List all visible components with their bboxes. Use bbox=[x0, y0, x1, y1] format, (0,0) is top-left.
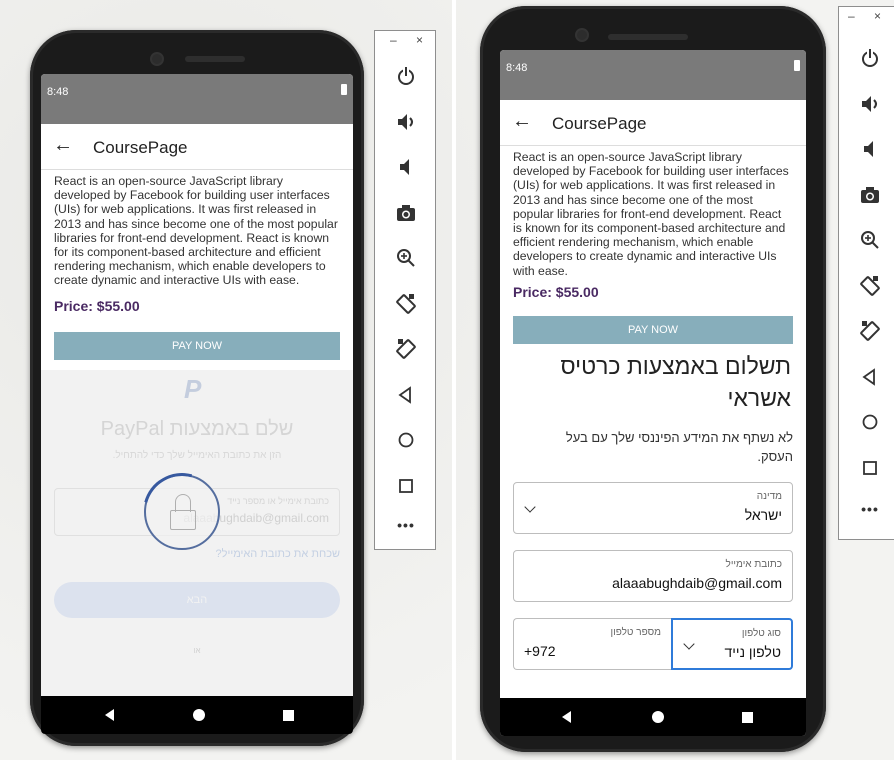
rotate-left-icon[interactable] bbox=[856, 275, 884, 303]
phone-screen-left: 8:48 ← CoursePage React is an open-sourc… bbox=[41, 74, 353, 734]
zoom-icon[interactable] bbox=[392, 247, 420, 275]
status-time: 8:48 bbox=[47, 86, 69, 98]
front-camera bbox=[150, 52, 164, 66]
power-icon[interactable] bbox=[856, 47, 884, 75]
page-title: CoursePage bbox=[552, 114, 647, 133]
camera-icon[interactable] bbox=[392, 202, 420, 230]
overview-icon[interactable] bbox=[856, 457, 884, 485]
phone-frame-left: 8:48 ← CoursePage React is an open-sourc… bbox=[30, 30, 364, 746]
phone-type-select[interactable]: סוג טלפון טלפון נייד bbox=[671, 617, 793, 670]
status-bar: 8:48 bbox=[500, 50, 806, 100]
volume-up-icon[interactable] bbox=[392, 111, 420, 139]
paypal-logo-icon: P bbox=[184, 373, 202, 404]
phone-row: סוג טלפון טלפון נייד מספר טלפון +972 bbox=[513, 617, 793, 670]
system-nav-bar bbox=[500, 698, 806, 736]
phone-screen-right: 8:48 ← CoursePage React is an open-sourc… bbox=[500, 50, 806, 736]
paypal-title: שלם באמצעות PayPal bbox=[100, 417, 294, 440]
earpiece-speaker bbox=[608, 34, 688, 40]
or-separator: או bbox=[193, 645, 201, 655]
rotate-right-icon[interactable] bbox=[856, 320, 884, 348]
phone-number-field[interactable]: מספר טלפון +972 bbox=[513, 617, 671, 670]
country-select[interactable]: מדינה ישראל bbox=[513, 481, 793, 534]
home-icon[interactable] bbox=[856, 411, 884, 439]
paypal-next-button[interactable]: הבא bbox=[54, 581, 340, 618]
status-bar: 8:48 bbox=[41, 74, 353, 124]
front-camera bbox=[575, 28, 589, 42]
volume-up-icon[interactable] bbox=[856, 93, 884, 121]
course-price: Price: $55.00 bbox=[54, 297, 140, 314]
lock-icon bbox=[170, 509, 196, 530]
window-controls[interactable]: – × bbox=[848, 9, 889, 23]
more-options-icon[interactable]: ••• bbox=[856, 501, 884, 529]
battery-icon bbox=[341, 84, 347, 95]
earpiece-speaker bbox=[185, 56, 245, 62]
course-content[interactable]: React is an open-source JavaScript libra… bbox=[41, 170, 353, 696]
overview-icon[interactable] bbox=[392, 475, 420, 503]
back-arrow-icon[interactable]: ← bbox=[53, 135, 73, 155]
nav-recents-icon[interactable] bbox=[742, 712, 753, 723]
back-arrow-icon[interactable]: ← bbox=[512, 111, 532, 131]
nav-home-icon[interactable] bbox=[652, 711, 664, 723]
paypal-checkout: P שלם באמצעות PayPal הזן את כתובת האימיי… bbox=[54, 359, 340, 680]
page-title: CoursePage bbox=[93, 138, 188, 157]
more-options-icon[interactable]: ••• bbox=[392, 517, 420, 545]
phone-type-label: סוג טלפון bbox=[741, 627, 781, 639]
nav-back-icon[interactable] bbox=[562, 711, 571, 723]
chevron-down-icon bbox=[524, 501, 536, 513]
emulator-toolbar-left: – × ••• bbox=[374, 30, 436, 550]
status-time: 8:48 bbox=[506, 62, 528, 74]
rotate-left-icon[interactable] bbox=[392, 293, 420, 321]
zoom-icon[interactable] bbox=[856, 229, 884, 257]
pay-now-button[interactable]: PAY NOW bbox=[54, 331, 340, 360]
phone-number-value: +972 bbox=[524, 642, 556, 659]
app-bar: ← CoursePage bbox=[500, 100, 806, 146]
card-form-title: תשלום באמצעות כרטיס אשראי bbox=[560, 352, 791, 411]
course-description: React is an open-source JavaScript libra… bbox=[54, 174, 338, 288]
course-content[interactable]: React is an open-source JavaScript libra… bbox=[500, 146, 806, 698]
forgot-email-link[interactable]: שכחת את כתובת האימייל? bbox=[216, 548, 340, 560]
phone-type-value: טלפון נייד bbox=[724, 643, 781, 660]
email-label: כתובת אימייל bbox=[725, 558, 782, 570]
paypal-email-label: כתובת אימייל או מספר נייד bbox=[227, 495, 329, 506]
paypal-subtitle: הזן את כתובת האימייל שלך כדי להתחיל. bbox=[112, 449, 282, 461]
email-field[interactable]: כתובת אימייל alaaabughdaib@gmail.com bbox=[513, 549, 793, 602]
phone-frame-right: 8:48 ← CoursePage React is an open-sourc… bbox=[480, 6, 826, 752]
system-nav-bar bbox=[41, 696, 353, 734]
window-controls[interactable]: – × bbox=[390, 33, 431, 47]
pay-now-button[interactable]: PAY NOW bbox=[513, 315, 793, 344]
nav-recents-icon[interactable] bbox=[283, 710, 294, 721]
power-icon[interactable] bbox=[392, 65, 420, 93]
email-value: alaaabughdaib@gmail.com bbox=[612, 574, 782, 591]
home-icon[interactable] bbox=[392, 429, 420, 457]
phone-number-label: מספר טלפון bbox=[610, 626, 661, 638]
back-icon[interactable] bbox=[392, 384, 420, 412]
screenshot-divider bbox=[452, 0, 456, 760]
secure-loading-spinner bbox=[128, 458, 236, 565]
emulator-stage: 8:48 ← CoursePage React is an open-sourc… bbox=[0, 0, 894, 760]
lock-shackle bbox=[175, 493, 191, 512]
card-form-note: לא נשתף את המידע הפיננסי שלך עם בעל העסק… bbox=[565, 429, 793, 464]
nav-back-icon[interactable] bbox=[105, 709, 114, 721]
course-description: React is an open-source JavaScript libra… bbox=[513, 150, 789, 278]
chevron-down-icon bbox=[683, 638, 695, 650]
app-bar: ← CoursePage bbox=[41, 124, 353, 170]
country-value: ישראל bbox=[744, 506, 782, 523]
card-payment-form: תשלום באמצעות כרטיס אשראי לא נשתף את המי… bbox=[513, 349, 793, 670]
emulator-toolbar-right: – × ••• bbox=[838, 6, 894, 540]
course-price: Price: $55.00 bbox=[513, 283, 599, 300]
volume-down-icon[interactable] bbox=[856, 138, 884, 166]
volume-down-icon[interactable] bbox=[392, 156, 420, 184]
camera-icon[interactable] bbox=[856, 184, 884, 212]
rotate-right-icon[interactable] bbox=[392, 338, 420, 366]
battery-icon bbox=[794, 60, 800, 71]
back-icon[interactable] bbox=[856, 366, 884, 394]
nav-home-icon[interactable] bbox=[193, 709, 205, 721]
country-label: מדינה bbox=[756, 490, 782, 502]
